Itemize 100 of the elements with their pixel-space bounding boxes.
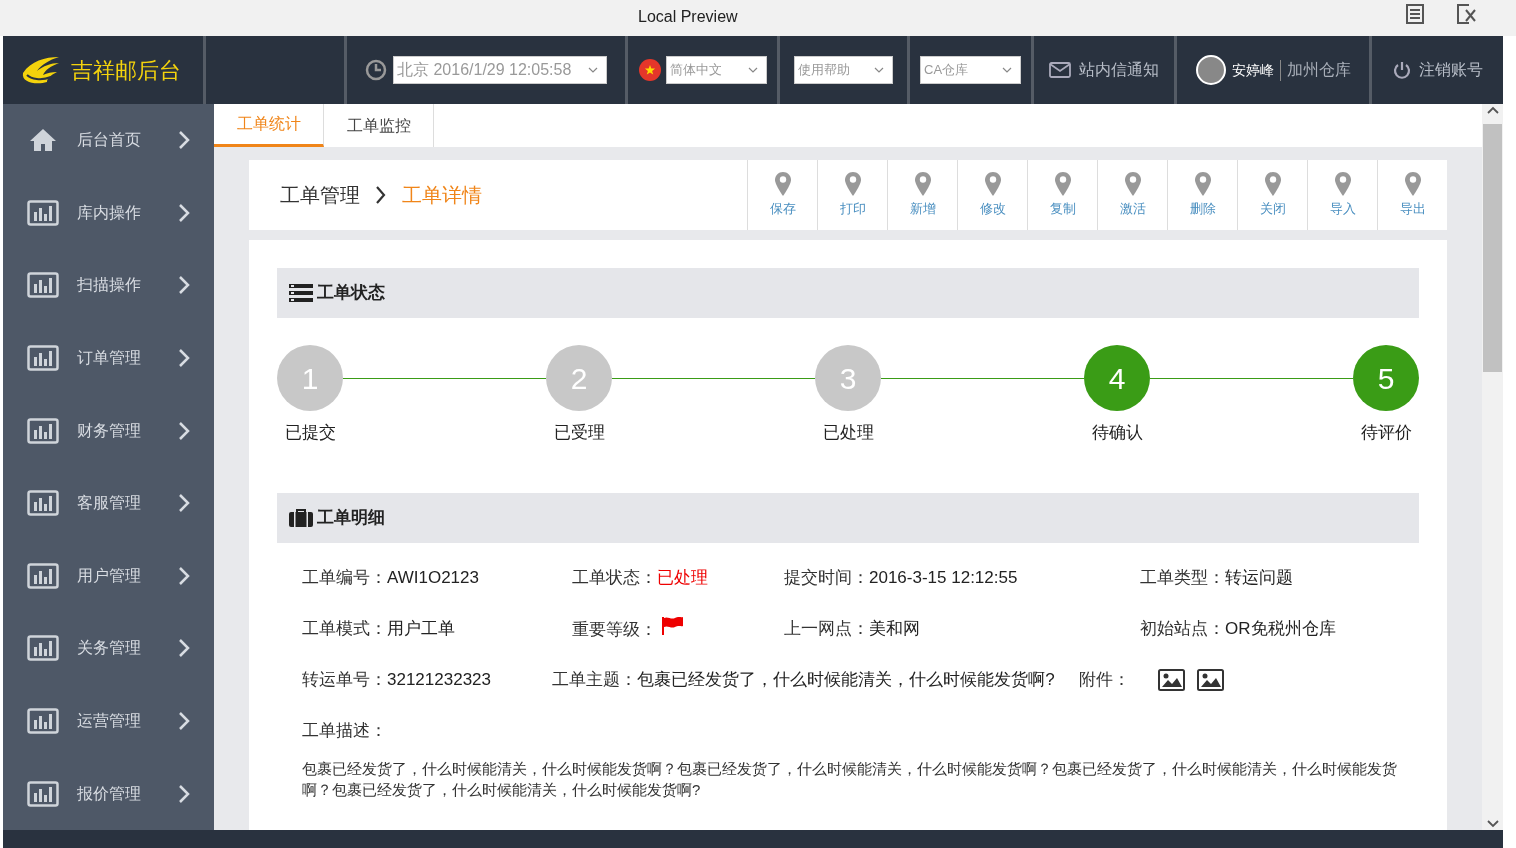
step-label: 已提交 bbox=[284, 422, 336, 444]
field-label: 上一网点： bbox=[784, 618, 869, 640]
user-name: 安婷峰 bbox=[1231, 59, 1281, 81]
bar-chart-icon bbox=[27, 272, 59, 299]
language-select[interactable]: 简体中文 bbox=[666, 56, 767, 84]
section-header: 工单状态 bbox=[277, 268, 1419, 318]
home-icon bbox=[29, 128, 57, 153]
field-label: 工单主题： bbox=[552, 669, 638, 691]
chevron-right-icon bbox=[178, 420, 190, 441]
chevron-right-icon bbox=[178, 275, 190, 296]
toolbar-button[interactable]: 新增 bbox=[887, 160, 957, 230]
logout-link[interactable]: 注销账号 bbox=[1418, 58, 1483, 82]
map-pin-icon bbox=[984, 171, 1001, 196]
toolbar-button[interactable]: 打印 bbox=[817, 160, 887, 230]
breadcrumb-current: 工单详情 bbox=[402, 183, 482, 208]
toolbar-button[interactable]: 导出 bbox=[1377, 160, 1447, 230]
map-pin-icon bbox=[774, 171, 791, 196]
sidebar-item[interactable]: 关务管理 bbox=[3, 612, 214, 685]
chevron-right-icon bbox=[178, 348, 190, 369]
field-label: 提交时间： bbox=[784, 567, 869, 589]
warehouse-select[interactable]: CA仓库 bbox=[920, 56, 1021, 84]
field-value: 美和网 bbox=[869, 618, 920, 640]
chevron-right-icon bbox=[178, 130, 190, 151]
field-label: 工单状态： bbox=[572, 567, 657, 589]
flag-icon bbox=[638, 58, 662, 82]
section-header: 工单明细 bbox=[277, 493, 1419, 543]
sidebar-item[interactable]: 运营管理 bbox=[3, 684, 214, 758]
datetime-select[interactable]: 北京 2016/1/29 12:05:58 bbox=[393, 56, 607, 84]
field-label: 工单类型： bbox=[1140, 567, 1225, 589]
bar-chart-icon bbox=[27, 562, 59, 589]
toolbar-button[interactable]: 激活 bbox=[1097, 160, 1167, 230]
breadcrumb-link[interactable]: 工单管理 bbox=[280, 180, 360, 210]
field-label: 工单模式： bbox=[302, 618, 387, 640]
field-value: OR免税州仓库 bbox=[1225, 618, 1336, 640]
document-icon[interactable] bbox=[1406, 4, 1424, 24]
chevron-right-icon bbox=[178, 783, 190, 804]
clock-icon bbox=[365, 59, 387, 81]
briefcase-icon bbox=[289, 509, 313, 527]
user-avatar bbox=[1195, 55, 1226, 85]
toolbar-button[interactable]: 保存 bbox=[747, 160, 817, 230]
field-value: 包裹已经发货了，什么时候能清关，什么时候能发货啊? bbox=[637, 669, 1055, 691]
toolbar-button[interactable]: 复制 bbox=[1027, 160, 1097, 230]
list-icon bbox=[289, 284, 313, 302]
scroll-thumb[interactable] bbox=[1483, 124, 1502, 372]
bar-chart-icon bbox=[27, 417, 59, 444]
image-icon[interactable] bbox=[1196, 668, 1224, 691]
map-pin-icon bbox=[1334, 171, 1351, 196]
chevron-right-icon bbox=[178, 202, 190, 223]
chevron-right-icon bbox=[178, 711, 190, 732]
brand-name: 吉祥邮后台 bbox=[71, 56, 181, 85]
sidebar-item[interactable]: 客服管理 bbox=[3, 466, 214, 540]
sidebar-item[interactable]: 订单管理 bbox=[3, 321, 214, 395]
sidebar-item[interactable]: 财务管理 bbox=[3, 394, 214, 467]
sidebar-item[interactable]: 扫描操作 bbox=[3, 249, 214, 322]
notice-link[interactable]: 站内信通知 bbox=[1079, 58, 1159, 82]
toolbar-button[interactable]: 删除 bbox=[1167, 160, 1237, 230]
bar-chart-icon bbox=[27, 345, 59, 372]
flag-icon bbox=[661, 616, 685, 636]
toolbar-button[interactable]: 导入 bbox=[1307, 160, 1377, 230]
power-icon bbox=[1392, 61, 1411, 79]
field-value: 2016-3-15 12:12:55 bbox=[869, 567, 1018, 589]
field-label: 转运单号： bbox=[302, 669, 387, 691]
sidebar-item[interactable]: 库内操作 bbox=[3, 176, 214, 250]
bar-chart-icon bbox=[27, 635, 59, 662]
map-pin-icon bbox=[844, 171, 861, 196]
caret-icon bbox=[1002, 67, 1012, 73]
sidebar-item[interactable]: 用户管理 bbox=[3, 539, 214, 613]
step-label: 已处理 bbox=[822, 422, 874, 444]
image-icon[interactable] bbox=[1157, 668, 1185, 691]
caret-icon bbox=[588, 67, 598, 73]
window-title: Local Preview bbox=[638, 7, 738, 27]
step-label: 已受理 bbox=[553, 422, 605, 444]
field-value: 32121232323 bbox=[387, 669, 491, 691]
caret-icon bbox=[874, 67, 884, 73]
chevron-right-icon bbox=[178, 565, 190, 586]
map-pin-icon bbox=[1054, 171, 1071, 196]
chevron-right-icon bbox=[178, 493, 190, 514]
bar-chart-icon bbox=[27, 199, 59, 226]
map-pin-icon bbox=[914, 171, 931, 196]
map-pin-icon bbox=[1124, 171, 1141, 196]
bar-chart-icon bbox=[27, 780, 59, 807]
formula-icon[interactable] bbox=[1457, 4, 1477, 24]
field-label: 初始站点： bbox=[1140, 618, 1225, 640]
user-warehouse: 加州仓库 bbox=[1286, 60, 1351, 80]
help-select[interactable]: 使用帮助 bbox=[794, 56, 893, 84]
field-label: 重要等级： bbox=[572, 619, 657, 642]
toolbar-button[interactable]: 修改 bbox=[957, 160, 1027, 230]
sidebar-item[interactable]: 后台首页 bbox=[3, 104, 214, 177]
sidebar-item[interactable]: 报价管理 bbox=[3, 757, 214, 830]
step-label: 待确认 bbox=[1091, 422, 1143, 444]
chevron-right-icon bbox=[376, 186, 386, 204]
field-value: 已处理 bbox=[657, 567, 708, 589]
toolbar-button[interactable]: 关闭 bbox=[1237, 160, 1307, 230]
field-value: 转运问题 bbox=[1225, 567, 1293, 589]
caret-icon bbox=[748, 67, 758, 73]
bar-chart-icon bbox=[27, 708, 59, 735]
tab[interactable]: 工单统计 bbox=[214, 104, 324, 147]
field-label: 附件： bbox=[1078, 669, 1130, 691]
field-label: 工单编号： bbox=[302, 567, 387, 589]
tab[interactable]: 工单监控 bbox=[324, 104, 434, 147]
